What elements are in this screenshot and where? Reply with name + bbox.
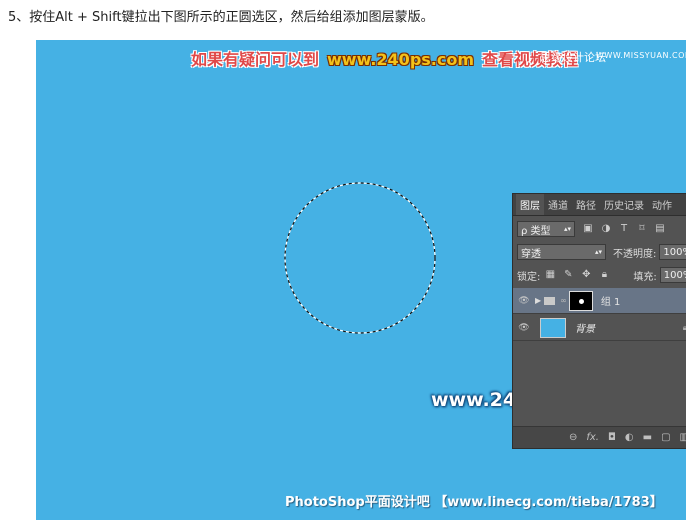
type-filter-icon[interactable]: T (619, 224, 629, 234)
blend-row: 穿透 ▴▾ 不透明度: 100% (517, 244, 686, 260)
blend-mode-value: 穿透 (521, 248, 541, 260)
chevron-down-icon: ▴▾ (594, 248, 602, 256)
panel-footer: ⊖ fx. ◘ ◐ ▬ ▢ ▥ (513, 426, 686, 448)
folder-icon (544, 296, 556, 305)
image-filter-icon[interactable]: ▣ (583, 224, 593, 234)
filter-kind-label: ρ 类型 (521, 225, 551, 237)
layer-mask-thumbnail[interactable] (568, 290, 593, 311)
expand-arrow-icon[interactable]: ▶ (535, 296, 541, 305)
adjustment-layer-icon[interactable]: ◐ (625, 432, 634, 443)
opacity-input[interactable]: 100% (659, 244, 686, 260)
bottom-watermark: PhotoShop平面设计吧 【www.linecg.com/tieba/178… (285, 495, 663, 510)
tab-channels[interactable]: 通道 (544, 197, 572, 215)
new-layer-icon[interactable]: ▢ (661, 432, 670, 443)
fill-input[interactable]: 100% (659, 267, 686, 283)
chevron-down-icon: ▴▾ (563, 225, 571, 233)
layer-thumbnail (540, 317, 566, 338)
lock-position-icon[interactable]: ✥ (581, 270, 591, 280)
lock-pixels-icon[interactable]: ✎ (563, 270, 573, 280)
layers-panel: 图层 通道 路径 历史记录 动作 ρ 类型 ▴▾ ▣ ◑ T ⌑ ▤ 穿透 ▴▾… (512, 193, 686, 449)
shape-filter-icon[interactable]: ⌑ (637, 224, 647, 234)
lock-transparent-icon[interactable]: ▦ (545, 270, 555, 280)
mask-circle-shape (578, 298, 584, 304)
new-group-icon[interactable]: ▬ (643, 432, 652, 443)
trash-icon[interactable]: ▥ (680, 432, 686, 443)
visibility-eye-icon[interactable]: 👁︎ (513, 296, 535, 306)
corner-watermark-en: WWW.MISSYUAN.COM (596, 51, 686, 60)
watermark-site-link: www.240ps.com (327, 50, 475, 69)
layer-name: 组 1 (600, 297, 621, 308)
top-watermark: 如果有疑问可以到 www.240ps.com 查看视频教程 (191, 46, 578, 70)
adjustment-filter-icon[interactable]: ◑ (601, 224, 611, 234)
fx-icon[interactable]: fx. (586, 432, 599, 443)
instruction-text: 5、按住Alt + Shift键拉出下图所示的正圆选区，然后给组添加图层蒙版。 (8, 10, 434, 25)
tab-layers[interactable]: 图层 (516, 194, 544, 215)
layer-row-background[interactable]: 👁︎ 背景 🔒︎ (513, 315, 686, 341)
visibility-eye-icon[interactable]: 👁︎ (513, 323, 535, 333)
filter-row: ρ 类型 ▴▾ ▣ ◑ T ⌑ ▤ (517, 221, 665, 237)
layer-filter-select[interactable]: ρ 类型 ▴▾ (517, 221, 575, 237)
tab-paths[interactable]: 路径 (572, 197, 600, 215)
panel-tab-bar: 图层 通道 路径 历史记录 动作 (513, 194, 686, 216)
lock-row: 锁定: ▦ ✎ ✥ 🔒︎ 填充: 100% (517, 267, 686, 283)
tab-history[interactable]: 历史记录 (600, 197, 648, 215)
smart-object-filter-icon[interactable]: ▤ (655, 224, 665, 234)
watermark-question-text: 如果有疑问可以到 (191, 50, 320, 69)
tab-actions[interactable]: 动作 (648, 197, 676, 215)
chain-link-icon[interactable]: ∞ (560, 296, 567, 305)
lock-all-icon[interactable]: 🔒︎ (599, 270, 609, 280)
fill-label: 填充: (633, 271, 657, 283)
add-mask-icon[interactable]: ◘ (608, 432, 616, 443)
blend-mode-select[interactable]: 穿透 ▴▾ (517, 244, 606, 260)
photoshop-canvas[interactable]: 如果有疑问可以到 www.240ps.com 查看视频教程 思缘设计论坛 WWW.M… (36, 40, 686, 520)
link-layers-icon[interactable]: ⊖ (569, 432, 577, 443)
lock-label: 锁定: (517, 271, 541, 283)
layer-name: 背景 (575, 324, 595, 335)
lock-icon: 🔒︎ (682, 322, 686, 332)
opacity-label: 不透明度: (613, 248, 657, 260)
circle-selection-marquee[interactable] (283, 181, 437, 335)
layer-row-group-1[interactable]: 👁︎ ▶ ∞ 组 1 (513, 288, 686, 314)
